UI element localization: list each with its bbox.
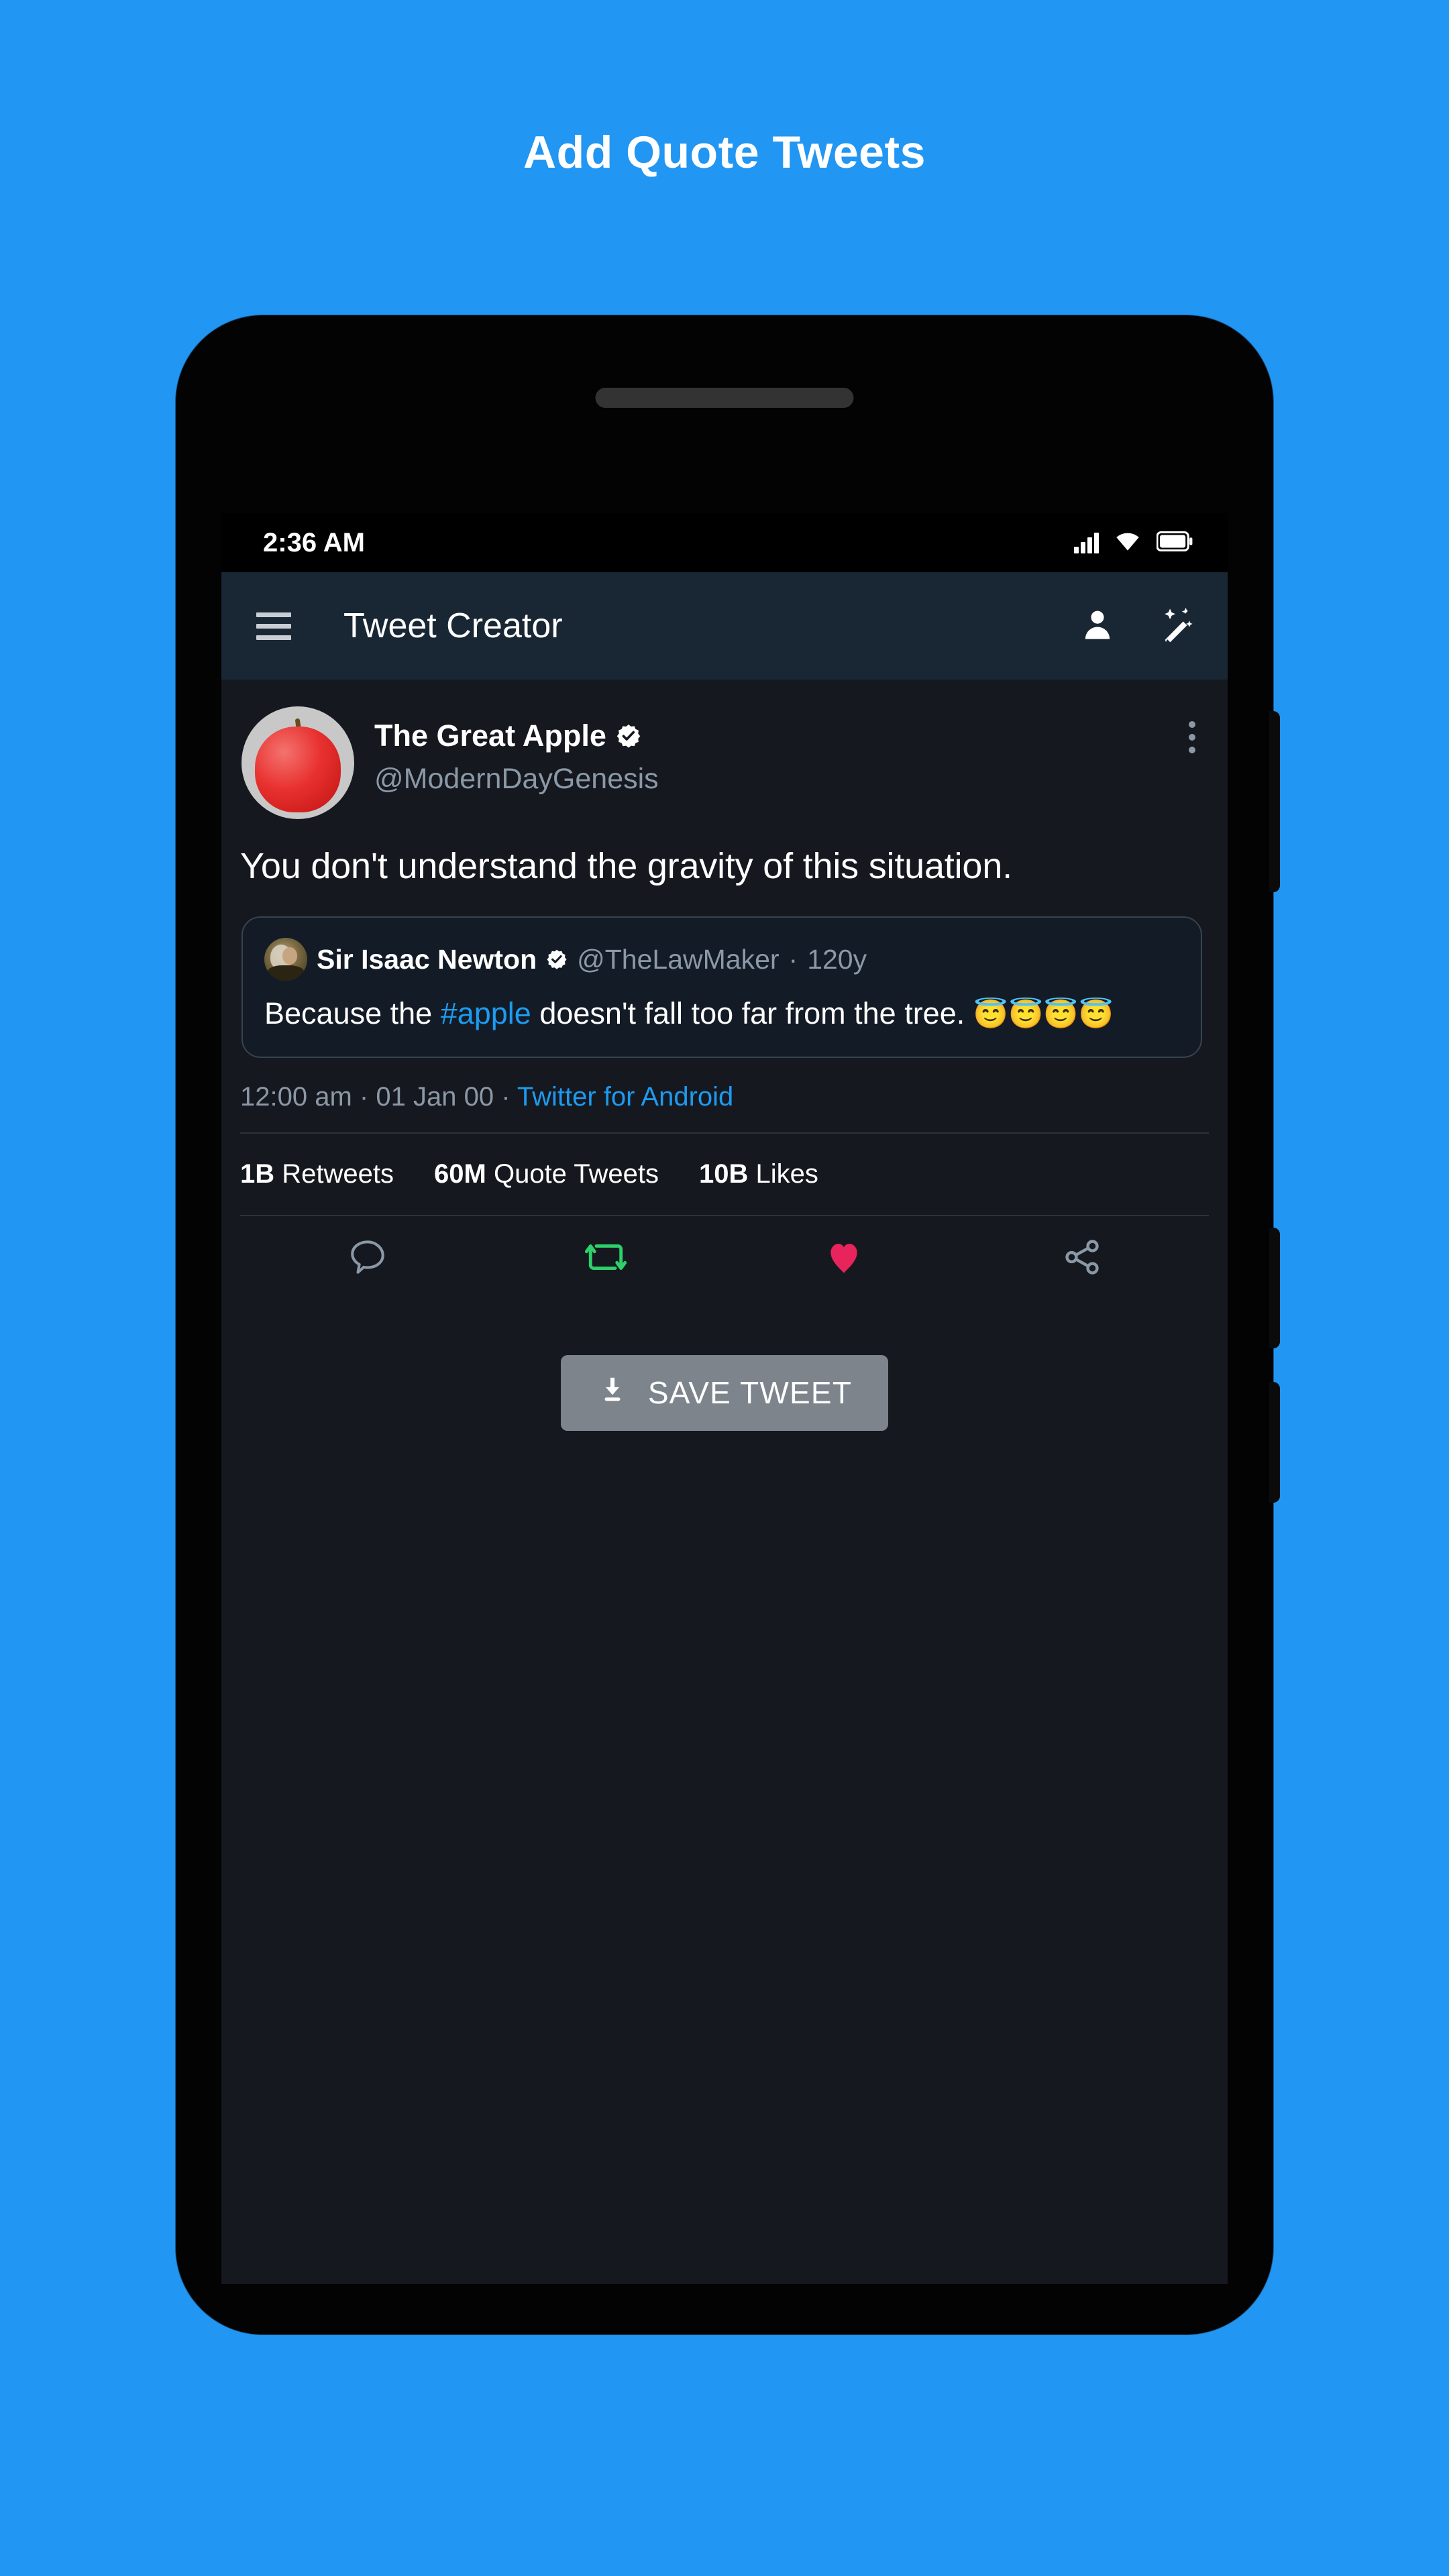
phone-speaker-grill [595, 388, 854, 408]
share-button[interactable] [963, 1236, 1201, 1281]
stat-likes-value: 10B [699, 1159, 749, 1189]
quoted-age: 120y [807, 943, 867, 975]
apple-body [255, 727, 341, 812]
auto-fix-magic-wand-icon[interactable] [1158, 605, 1197, 647]
save-tweet-label: SAVE TWEET [647, 1375, 853, 1411]
stat-quote-tweets-label: Quote Tweets [493, 1159, 659, 1189]
retweet-button[interactable] [486, 1236, 724, 1281]
quoted-text-before: Because the [264, 996, 441, 1031]
phone-frame: 2:36 AM Tweet Creator The Great Apple @M… [176, 315, 1280, 2334]
quoted-handle: @TheLawMaker [577, 943, 780, 975]
status-bar: 2:36 AM [221, 513, 1228, 572]
quoted-tweet-card[interactable]: Sir Isaac Newton @TheLawMaker · 120y Bec… [241, 916, 1202, 1058]
verified-badge-icon [616, 723, 641, 749]
app-bar-title: Tweet Creator [343, 606, 563, 645]
quoted-text-after: doesn't fall too far from the tree. [531, 996, 973, 1031]
tweet-date: 01 Jan 00 [376, 1081, 494, 1112]
page-title: Add Quote Tweets [523, 127, 926, 178]
quoted-avatar[interactable] [264, 938, 307, 981]
author-display-name: The Great Apple [374, 718, 606, 753]
reply-button[interactable] [248, 1236, 486, 1281]
reply-icon [347, 1236, 388, 1281]
battery-full-icon [1156, 531, 1193, 555]
stat-retweets-label: Retweets [282, 1159, 394, 1189]
tweet-card: The Great Apple @ModernDayGenesis You do… [221, 680, 1228, 1431]
more-vertical-icon[interactable] [1189, 706, 1195, 753]
quoted-tweet-text: Because the #apple doesn't fall too far … [264, 994, 1179, 1034]
save-tweet-button[interactable]: SAVE TWEET [560, 1354, 889, 1431]
status-bar-clock: 2:36 AM [263, 527, 365, 557]
stat-quote-tweets[interactable]: 60M Quote Tweets [434, 1159, 659, 1189]
meta-separator-1: · [359, 1081, 369, 1112]
retweet-icon [584, 1236, 627, 1281]
like-button[interactable] [724, 1236, 963, 1281]
tweet-actions-row [221, 1216, 1228, 1304]
hamburger-menu-icon[interactable] [256, 612, 291, 640]
person-icon[interactable] [1080, 606, 1115, 647]
stat-retweets[interactable]: 1B Retweets [240, 1159, 394, 1189]
tweet-time: 12:00 am [240, 1081, 352, 1112]
portrait-face [282, 947, 297, 965]
portrait-coat [268, 965, 304, 981]
emoji-run: 😇😇😇😇 [973, 998, 1114, 1030]
hashtag-link[interactable]: #apple [441, 996, 531, 1030]
tweet-author-row: The Great Apple @ModernDayGenesis [221, 680, 1228, 819]
quoted-verified-badge-icon [546, 949, 568, 970]
tweet-meta: 12:00 am · 01 Jan 00 · Twitter for Andro… [221, 1058, 1228, 1132]
like-heart-icon [823, 1236, 865, 1281]
share-icon [1061, 1236, 1103, 1281]
author-handle: @ModernDayGenesis [374, 763, 659, 795]
app-bar: Tweet Creator [221, 572, 1228, 680]
avatar[interactable] [241, 706, 354, 819]
stat-likes-label: Likes [755, 1159, 818, 1189]
phone-side-button-volume-up[interactable] [1269, 1228, 1280, 1348]
quoted-display-name: Sir Isaac Newton [317, 943, 537, 975]
cellular-signal-icon [1074, 532, 1099, 553]
meta-separator-2: · [501, 1081, 511, 1112]
quoted-meta-separator: · [788, 943, 798, 975]
phone-side-button-power[interactable] [1269, 711, 1280, 892]
tweet-stats-row: 1B Retweets 60M Quote Tweets 10B Likes [221, 1134, 1228, 1215]
phone-screen: 2:36 AM Tweet Creator The Great Apple @M… [221, 513, 1228, 2284]
stat-quote-tweets-value: 60M [434, 1159, 486, 1189]
quoted-author-row: Sir Isaac Newton @TheLawMaker · 120y [264, 938, 1179, 981]
stat-retweets-value: 1B [240, 1159, 275, 1189]
wifi-icon [1114, 531, 1142, 555]
phone-side-button-volume-down[interactable] [1269, 1382, 1280, 1503]
tweet-text: You don't understand the gravity of this… [240, 846, 1012, 886]
stat-likes[interactable]: 10B Likes [699, 1159, 818, 1189]
download-icon [597, 1374, 628, 1412]
tweet-source-link[interactable]: Twitter for Android [517, 1082, 733, 1112]
